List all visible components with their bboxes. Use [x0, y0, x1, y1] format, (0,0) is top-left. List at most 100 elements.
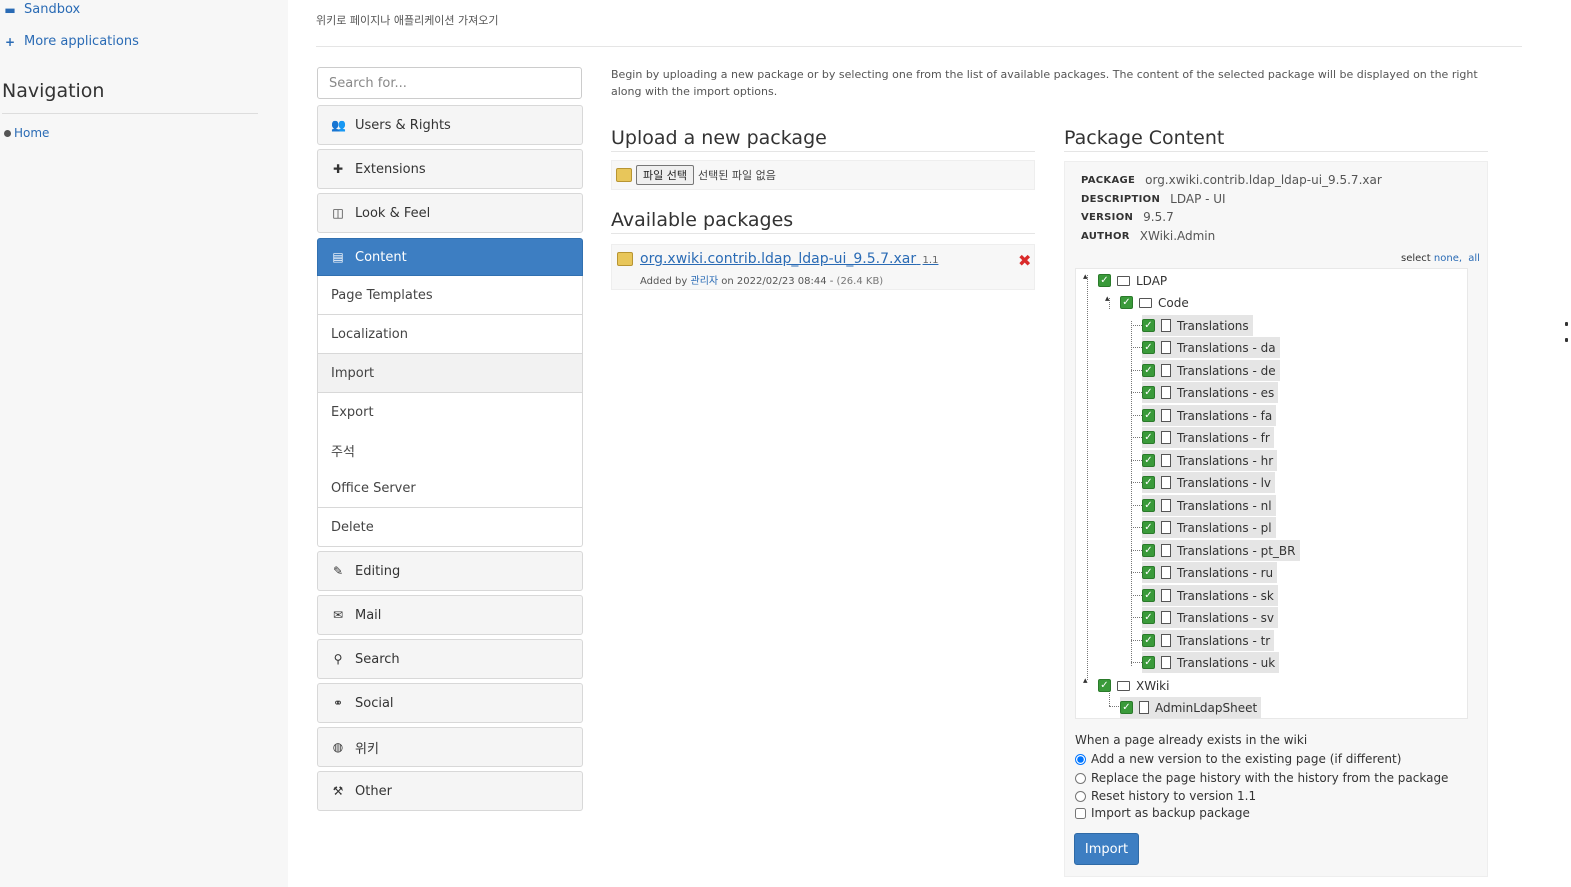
option-add-version-radio[interactable]: [1075, 753, 1086, 765]
import-button[interactable]: Import: [1074, 833, 1139, 865]
checkbox-checked-icon[interactable]: ✓: [1098, 679, 1111, 692]
select-none-link[interactable]: none,: [1434, 253, 1462, 264]
menu-mail[interactable]: ✉ Mail: [317, 595, 583, 635]
menu-users-rights[interactable]: 👥 Users & Rights: [317, 105, 583, 145]
folder-icon: [1117, 680, 1130, 691]
menu-export[interactable]: Export: [317, 393, 583, 432]
option-replace-history[interactable]: Replace the page history with the histor…: [1075, 771, 1448, 785]
tree-line: [1109, 706, 1119, 707]
checkbox-checked-icon[interactable]: ✓: [1120, 296, 1133, 309]
option-replace-history-radio[interactable]: [1075, 772, 1086, 784]
checkbox-checked-icon[interactable]: ✓: [1142, 611, 1155, 624]
menu-wiki[interactable]: ◍ 위키: [317, 727, 583, 767]
checkbox-checked-icon[interactable]: ✓: [1142, 656, 1155, 669]
collapse-toggle-icon[interactable]: ▴: [1105, 294, 1110, 304]
tree-node-page[interactable]: ✓ Translations - fa: [1142, 405, 1277, 426]
menu-other[interactable]: ⚒ Other: [317, 771, 583, 811]
checkbox-checked-icon[interactable]: ✓: [1142, 454, 1155, 467]
tree-node-page[interactable]: ✓ Translations - nl: [1142, 495, 1276, 516]
checkbox-checked-icon[interactable]: ✓: [1142, 364, 1155, 377]
tree-node-space[interactable]: ✓ XWiki: [1098, 675, 1173, 696]
left-sidebar: ▬ Sandbox + More applications Navigation…: [0, 0, 288, 887]
delete-package-icon[interactable]: ✖: [1018, 251, 1031, 270]
checkbox-checked-icon[interactable]: ✓: [1142, 499, 1155, 512]
navigation-divider: [2, 113, 258, 114]
menu-import[interactable]: Import: [317, 354, 583, 393]
tree-node-page[interactable]: ✓ Translations - hr: [1142, 450, 1278, 471]
tree-line: [1131, 415, 1142, 416]
menu-social[interactable]: ⚭ Social: [317, 683, 583, 723]
package-author-link[interactable]: 관리자: [691, 276, 719, 287]
tree-node-page[interactable]: ✓ Translations - es: [1142, 382, 1279, 403]
checkbox-checked-icon[interactable]: ✓: [1142, 341, 1155, 354]
nav-home-link[interactable]: Home: [4, 126, 49, 140]
package-link[interactable]: org.xwiki.contrib.ldap_ldap-ui_9.5.7.xar…: [640, 251, 938, 267]
backup-checkbox[interactable]: [1075, 807, 1086, 819]
tree-node-page[interactable]: ✓ Translations - uk: [1142, 652, 1280, 673]
no-file-text: 선택된 파일 없음: [697, 169, 776, 182]
checkbox-checked-icon[interactable]: ✓: [1142, 521, 1155, 534]
menu-look-feel[interactable]: ◫ Look & Feel: [317, 193, 583, 233]
checkbox-checked-icon[interactable]: ✓: [1098, 274, 1111, 287]
app-sandbox-link[interactable]: ▬ Sandbox: [4, 2, 80, 17]
option-reset-history-radio[interactable]: [1075, 790, 1086, 802]
tree-node-page[interactable]: ✓ Translations - sv: [1142, 607, 1278, 628]
tree-node-page[interactable]: ✓ Translations - da: [1142, 337, 1280, 358]
tree-node-page[interactable]: ✓ Translations - fr: [1142, 427, 1274, 448]
menu-page-templates[interactable]: Page Templates: [317, 276, 583, 315]
option-add-version[interactable]: Add a new version to the existing page (…: [1075, 752, 1401, 766]
tree-node-page[interactable]: ✓ Translations - pt_BR: [1142, 540, 1300, 561]
tree-node-page[interactable]: ✓ Translations - pl: [1142, 517, 1276, 538]
option-backup[interactable]: Import as backup package: [1075, 806, 1250, 820]
tree-node-page[interactable]: ✓ Translations: [1142, 315, 1253, 336]
checkbox-checked-icon[interactable]: ✓: [1142, 589, 1155, 602]
page-icon: [1161, 431, 1171, 444]
puzzle-icon: ✚: [332, 162, 344, 176]
page-icon: [1161, 364, 1171, 377]
menu-localization[interactable]: Localization: [317, 315, 583, 354]
checkbox-checked-icon[interactable]: ✓: [1142, 409, 1155, 422]
package-icon: [617, 252, 633, 266]
tree-node-space[interactable]: ✓ LDAP: [1098, 270, 1171, 291]
checkbox-checked-icon[interactable]: ✓: [1142, 634, 1155, 647]
admin-menu: 👥 Users & Rights ✚ Extensions ◫ Look & F…: [317, 67, 583, 811]
tree-node-page[interactable]: ✓ Translations - lv: [1142, 472, 1276, 493]
upload-box: 파일 선택 선택된 파일 없음: [611, 160, 1035, 190]
tree-line: [1131, 370, 1142, 371]
choose-file-button[interactable]: 파일 선택: [636, 165, 694, 185]
menu-content[interactable]: ▤ Content: [317, 238, 583, 276]
checkbox-checked-icon[interactable]: ✓: [1142, 566, 1155, 579]
page-icon: [1161, 521, 1171, 534]
tree-line: [1131, 572, 1142, 573]
tree-node-page[interactable]: ✓ Translations - de: [1142, 360, 1280, 381]
tree-node-page[interactable]: ✓ Translations - ru: [1142, 562, 1278, 583]
checkbox-checked-icon[interactable]: ✓: [1142, 431, 1155, 444]
menu-editing[interactable]: ✎ Editing: [317, 551, 583, 591]
select-all-link[interactable]: all: [1468, 253, 1480, 264]
menu-annotations[interactable]: 주석: [317, 431, 583, 470]
tree-node-space[interactable]: ✓ Code: [1120, 292, 1193, 313]
checkbox-checked-icon[interactable]: ✓: [1142, 386, 1155, 399]
tree-line: [1131, 662, 1142, 663]
checkbox-checked-icon[interactable]: ✓: [1120, 701, 1133, 714]
available-package-item: org.xwiki.contrib.ldap_ldap-ui_9.5.7.xar…: [611, 244, 1035, 290]
checkbox-checked-icon[interactable]: ✓: [1142, 544, 1155, 557]
import-intro: Begin by uploading a new package or by s…: [611, 68, 1478, 98]
tree-node-page[interactable]: ✓ Translations - sk: [1142, 585, 1278, 606]
checkbox-checked-icon[interactable]: ✓: [1142, 476, 1155, 489]
page-hint: 위키로 페이지나 애플리케이션 가져오기: [316, 14, 499, 27]
checkbox-checked-icon[interactable]: ✓: [1142, 319, 1155, 332]
tree-node-page[interactable]: ✓ AdminLdapSheet: [1120, 697, 1262, 718]
collapse-toggle-icon[interactable]: ▴: [1083, 272, 1088, 282]
tree-node-page[interactable]: ✓ Translations - tr: [1142, 630, 1275, 651]
book-icon: ▬: [4, 2, 16, 17]
page-icon: [1161, 341, 1171, 354]
menu-search-input[interactable]: [317, 67, 582, 99]
option-reset-history[interactable]: Reset history to version 1.1: [1075, 789, 1256, 803]
menu-search[interactable]: ⚲ Search: [317, 639, 583, 679]
menu-delete[interactable]: Delete: [317, 508, 583, 547]
menu-extensions[interactable]: ✚ Extensions: [317, 149, 583, 189]
collapse-toggle-icon[interactable]: ▴: [1083, 676, 1088, 686]
more-applications-link[interactable]: + More applications: [4, 34, 139, 49]
menu-office-server[interactable]: Office Server: [317, 469, 583, 508]
